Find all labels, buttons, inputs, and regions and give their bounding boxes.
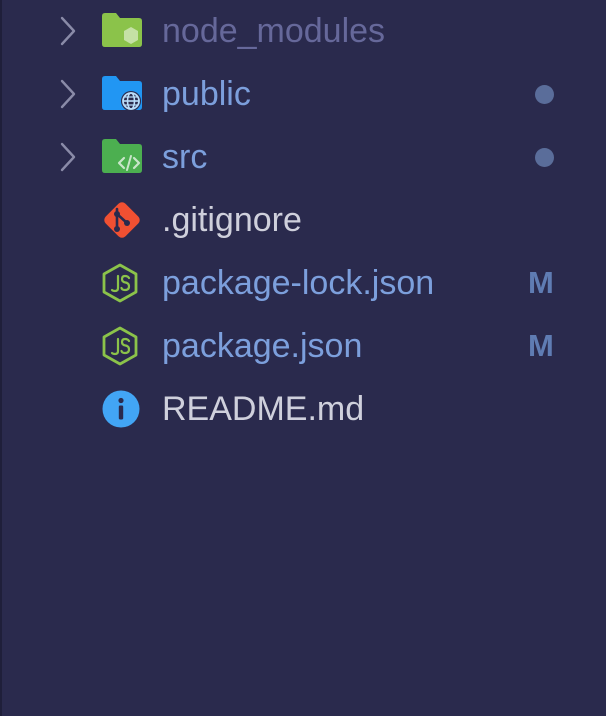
tree-item-readme-md[interactable]: README.md	[0, 378, 606, 441]
tree-item-node-modules[interactable]: node_modules	[0, 0, 606, 63]
file-explorer-tree: node_modules public src .gitignore packa…	[0, 0, 606, 716]
nodejs-icon	[102, 326, 138, 366]
tree-item-package-lock-json[interactable]: package-lock.json M	[0, 252, 606, 315]
modified-dot-indicator	[535, 148, 554, 167]
tree-item-gitignore[interactable]: .gitignore	[0, 189, 606, 252]
chevron-right-icon[interactable]	[56, 77, 78, 111]
git-modified-badge: M	[528, 328, 554, 363]
tree-item-label: package-lock.json	[162, 264, 435, 302]
git-icon	[104, 202, 140, 238]
tree-item-label: .gitignore	[162, 201, 302, 239]
tree-item-label: README.md	[162, 390, 365, 428]
node-modules-folder-icon	[102, 13, 142, 47]
tree-item-label: package.json	[162, 327, 363, 365]
modified-dot-indicator	[535, 85, 554, 104]
tree-item-label: src	[162, 138, 208, 176]
tree-item-label: node_modules	[162, 12, 386, 50]
nodejs-icon	[102, 263, 138, 303]
tree-item-package-json[interactable]: package.json M	[0, 315, 606, 378]
chevron-right-icon[interactable]	[56, 14, 78, 48]
chevron-right-icon[interactable]	[56, 140, 78, 174]
tree-item-label: public	[162, 75, 251, 113]
src-folder-icon	[102, 139, 142, 173]
git-modified-badge: M	[528, 265, 554, 300]
info-icon	[102, 390, 140, 428]
tree-item-public[interactable]: public	[0, 63, 606, 126]
public-folder-icon	[102, 76, 142, 111]
tree-item-src[interactable]: src	[0, 126, 606, 189]
